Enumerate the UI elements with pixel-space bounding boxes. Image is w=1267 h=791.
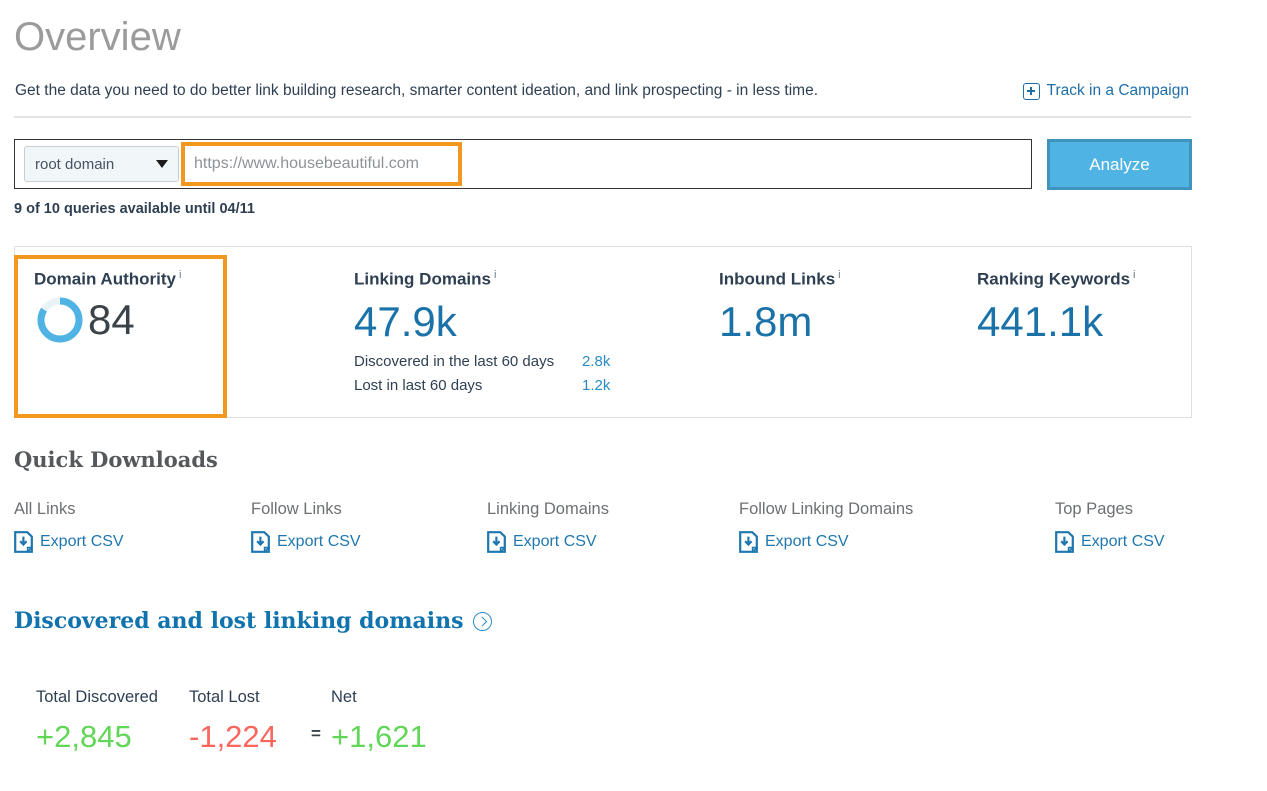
info-icon[interactable]: i	[1133, 269, 1135, 281]
metric-label: Ranking Keywords i	[977, 269, 1136, 289]
equals-sign: =	[311, 724, 321, 743]
chevron-right-circle-icon[interactable]	[472, 611, 492, 631]
page-title: Overview	[14, 15, 181, 59]
stat-total-lost: Total Lost -1,224	[189, 686, 301, 758]
info-icon[interactable]: i	[179, 269, 181, 281]
search-bar: root domain	[14, 139, 1032, 189]
track-in-campaign-label: Track in a Campaign	[1046, 82, 1189, 99]
discovered-lost-stats: Total Discovered +2,845 Total Lost -1,22…	[36, 686, 491, 758]
inbound-links-value: 1.8m	[719, 297, 813, 345]
stat-value: +1,621	[331, 719, 427, 754]
linking-domains-value: 47.9k	[354, 297, 457, 345]
export-csv-label: Export CSV	[277, 533, 361, 550]
page-subtitle: Get the data you need to do better link …	[15, 82, 819, 99]
export-csv-button[interactable]: Export CSV	[739, 531, 913, 553]
export-csv-label: Export CSV	[765, 533, 849, 550]
stat-value: +2,845	[36, 719, 132, 754]
export-csv-label: Export CSV	[513, 533, 597, 550]
discovered-lost-title-text: Discovered and lost linking domains	[14, 608, 464, 634]
quick-download-linking-domains: Linking Domains Export CSV	[487, 500, 609, 553]
metric-label: Linking Domains i	[354, 269, 497, 289]
stat-net: Net +1,621	[331, 686, 491, 758]
metric-inbound-links: Inbound Links i 1.8m	[717, 247, 977, 417]
url-input[interactable]: https://www.housebeautiful.com	[181, 142, 462, 186]
ranking-keywords-value: 441.1k	[977, 297, 1104, 345]
linking-domains-subrows: Discovered in the last 60 days 2.8k Lost…	[354, 350, 717, 398]
subrow-lost: Lost in last 60 days 1.2k	[354, 376, 611, 394]
export-csv-label: Export CSV	[40, 533, 124, 550]
metric-label: Domain Authority i	[34, 269, 182, 289]
export-csv-icon	[739, 531, 758, 553]
metric-ranking-keywords: Ranking Keywords i 441.1k	[977, 247, 1191, 417]
query-quota-text: 9 of 10 queries available until 04/11	[14, 201, 255, 217]
stat-label: Total Discovered	[36, 688, 158, 706]
export-csv-button[interactable]: Export CSV	[251, 531, 361, 553]
analyze-button[interactable]: Analyze	[1047, 139, 1192, 190]
export-csv-icon	[1055, 531, 1074, 553]
quick-download-follow-links: Follow Links Export CSV	[251, 500, 361, 553]
quick-download-follow-linking-domains: Follow Linking Domains Export CSV	[739, 500, 913, 553]
quick-download-top-pages: Top Pages Export CSV	[1055, 500, 1165, 553]
export-csv-button[interactable]: Export CSV	[1055, 531, 1165, 553]
quick-download-label: All Links	[14, 500, 76, 518]
export-csv-button[interactable]: Export CSV	[14, 531, 124, 553]
export-csv-icon	[251, 531, 270, 553]
metrics-card: Domain Authority i 84 Linking Domains i 47…	[14, 246, 1192, 418]
metric-domain-authority: Domain Authority i 84	[15, 247, 335, 417]
subrow-discovered: Discovered in the last 60 days 2.8k	[354, 352, 611, 370]
quick-download-label: Follow Linking Domains	[739, 500, 914, 518]
domain-authority-gauge	[34, 294, 86, 346]
quick-download-label: Linking Domains	[487, 500, 609, 518]
metric-label: Inbound Links i	[719, 269, 841, 289]
discovered-lost-heading[interactable]: Discovered and lost linking domains	[14, 608, 492, 634]
quick-download-all-links: All Links Export CSV	[14, 500, 124, 553]
stat-label: Total Lost	[189, 688, 260, 706]
export-csv-button[interactable]: Export CSV	[487, 531, 609, 553]
stat-label: Net	[331, 688, 357, 706]
export-csv-icon	[14, 531, 33, 553]
stat-value: -1,224	[189, 719, 277, 754]
quick-downloads-title: Quick Downloads	[14, 447, 218, 472]
info-icon[interactable]: i	[494, 269, 496, 281]
quick-download-label: Follow Links	[251, 500, 342, 518]
chevron-down-icon	[156, 160, 168, 168]
quick-download-label: Top Pages	[1055, 500, 1133, 518]
domain-authority-value: 84	[88, 295, 135, 343]
header-divider	[14, 116, 1191, 118]
stat-total-discovered: Total Discovered +2,845	[36, 686, 189, 758]
track-in-campaign-link[interactable]: Track in a Campaign	[1022, 81, 1189, 101]
export-csv-icon	[487, 531, 506, 553]
export-csv-label: Export CSV	[1081, 533, 1165, 550]
info-icon[interactable]: i	[838, 269, 840, 281]
overview-page: Overview Get the data you need to do bet…	[0, 0, 1267, 791]
plus-icon	[1022, 82, 1040, 100]
scope-select-value: root domain	[35, 155, 115, 173]
metric-linking-domains: Linking Domains i 47.9k Discovered in the…	[335, 247, 717, 417]
scope-select[interactable]: root domain	[24, 146, 179, 182]
